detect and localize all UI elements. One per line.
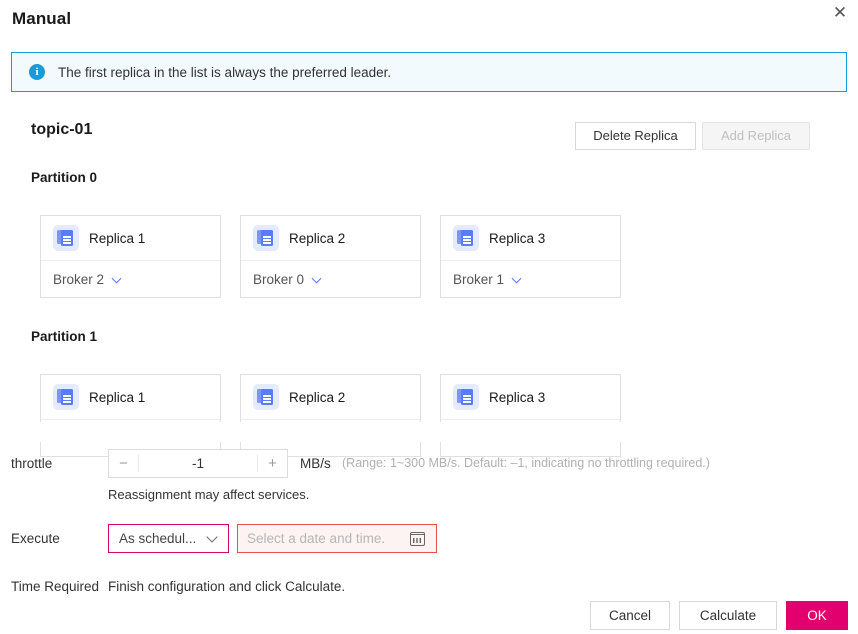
execute-datetime-placeholder: Select a date and time.: [247, 531, 386, 546]
broker-selector[interactable]: Broker 2: [41, 261, 220, 297]
execute-mode-value: As schedul...: [119, 531, 197, 546]
throttle-decrement-button[interactable]: −: [109, 450, 138, 477]
replica-card-header: Replica 3: [441, 216, 620, 261]
replica-label: Replica 1: [89, 389, 146, 405]
replica-card-header: Replica 1: [41, 216, 220, 261]
throttle-stepper[interactable]: − +: [108, 449, 288, 478]
broker-label: Broker 2: [53, 271, 105, 287]
replica-copy-icon: [53, 225, 79, 251]
replica-label: Replica 2: [289, 389, 346, 405]
replica-card[interactable]: Replica 1: [40, 374, 221, 457]
partition-1-label: Partition 1: [31, 329, 98, 344]
partition-0-label: Partition 0: [31, 170, 98, 185]
info-banner: i The first replica in the list is alway…: [11, 52, 847, 92]
replica-label: Replica 1: [89, 230, 146, 246]
replica-card-header: Replica 3: [441, 375, 620, 420]
throttle-input[interactable]: [139, 456, 257, 471]
replica-label: Replica 3: [489, 230, 546, 246]
chevron-down-icon: [113, 275, 122, 284]
replica-card[interactable]: Replica 2: [240, 374, 421, 457]
topic-actions: Delete Replica Add Replica: [575, 122, 810, 150]
replica-card[interactable]: Replica 1 Broker 2: [40, 215, 221, 298]
replica-label: Replica 3: [489, 389, 546, 405]
topic-name: topic-01: [31, 121, 93, 138]
cancel-button[interactable]: Cancel: [590, 601, 670, 630]
time-required-label: Time Required: [11, 579, 100, 594]
execute-mode-select[interactable]: As schedul...: [108, 524, 229, 553]
broker-label: Broker 0: [253, 271, 305, 287]
replica-copy-icon: [453, 384, 479, 410]
partition-1-replicas: Replica 1 Replica 2 Replica 3: [40, 374, 621, 457]
throttle-unit: MB/s: [300, 456, 331, 471]
close-icon[interactable]: ✕: [829, 2, 851, 24]
partition-0-replicas: Replica 1 Broker 2 Replica 2 Broker 0 Re…: [40, 215, 621, 298]
replica-card-header: Replica 1: [41, 375, 220, 420]
ok-button[interactable]: OK: [786, 601, 848, 630]
replica-label: Replica 2: [289, 230, 346, 246]
replica-card-header: Replica 2: [241, 216, 420, 261]
throttle-increment-button[interactable]: +: [258, 450, 287, 477]
calendar-icon[interactable]: [410, 531, 425, 546]
replica-copy-icon: [253, 225, 279, 251]
execute-label: Execute: [11, 531, 60, 546]
replica-card[interactable]: Replica 2 Broker 0: [240, 215, 421, 298]
replica-copy-icon: [253, 384, 279, 410]
throttle-label: throttle: [11, 456, 53, 471]
info-banner-text: The first replica in the list is always …: [58, 64, 392, 80]
throttle-range-hint: (Range: 1~300 MB/s. Default: –1, indicat…: [342, 456, 710, 470]
replica-copy-icon: [453, 225, 479, 251]
broker-label: Broker 1: [453, 271, 505, 287]
replica-copy-icon: [53, 384, 79, 410]
dialog-footer: Cancel Calculate OK: [590, 601, 848, 630]
calculate-button[interactable]: Calculate: [679, 601, 777, 630]
scroll-clip-edge: [0, 422, 858, 442]
replica-card[interactable]: Replica 3 Broker 1: [440, 215, 621, 298]
add-replica-button[interactable]: Add Replica: [702, 122, 810, 150]
broker-selector[interactable]: Broker 0: [241, 261, 420, 297]
page-title: Manual: [12, 9, 72, 28]
broker-selector[interactable]: Broker 1: [441, 261, 620, 297]
reassignment-note: Reassignment may affect services.: [108, 487, 310, 502]
chevron-down-icon: [207, 533, 219, 545]
chevron-down-icon: [313, 275, 322, 284]
replica-card[interactable]: Replica 3: [440, 374, 621, 457]
info-circle-icon: i: [29, 64, 45, 80]
replica-card-header: Replica 2: [241, 375, 420, 420]
execute-datetime-input[interactable]: Select a date and time.: [237, 524, 437, 553]
chevron-down-icon: [513, 275, 522, 284]
delete-replica-button[interactable]: Delete Replica: [575, 122, 696, 150]
time-required-value: Finish configuration and click Calculate…: [108, 579, 346, 594]
